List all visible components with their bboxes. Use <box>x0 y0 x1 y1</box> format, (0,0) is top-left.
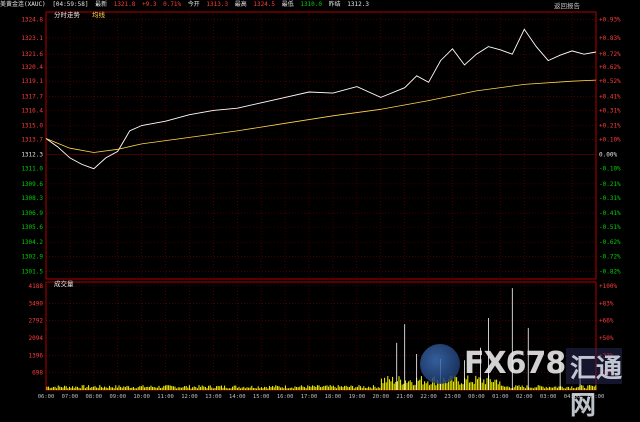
pct-tick-label: +0.31% <box>599 107 621 114</box>
panel-frames <box>45 11 597 391</box>
pct-tick-label: +0.93% <box>599 17 621 24</box>
pct-tick-label: +0.52% <box>599 78 621 85</box>
price-tick-label: 1308.3 <box>21 195 43 202</box>
price-tick-label: 1323.1 <box>21 35 43 42</box>
pct-tick-label: -0.41% <box>599 210 621 217</box>
pct-tick-label: -0.21% <box>599 181 621 188</box>
price-tick-label: 1301.5 <box>21 268 43 275</box>
volume-pct-tick-label: +83% <box>599 300 614 307</box>
price-tick-label: 1304.2 <box>21 239 43 246</box>
watermark-text: FX678 <box>464 346 566 381</box>
fx678-watermark: FX678 汇通网 <box>420 342 625 421</box>
price-tick-label: 1313.7 <box>21 137 43 144</box>
time-tick-label: 06:00 <box>38 394 55 400</box>
price-tick-label: 1319.1 <box>21 78 43 85</box>
price-tick-label: 1312.3 <box>21 152 43 159</box>
time-tick-label: 19:00 <box>349 394 366 400</box>
pct-tick-label: 0.00% <box>599 152 617 159</box>
price-lines <box>45 28 597 170</box>
time-tick-label: 10:00 <box>133 394 150 400</box>
time-tick-label: 00:00 <box>468 394 485 400</box>
volume-pct-tick-label: +100% <box>599 283 617 290</box>
time-tick-label: 12:00 <box>181 394 198 400</box>
price-line <box>45 28 597 170</box>
time-tick-label: 07:00 <box>62 394 79 400</box>
time-tick-label: 01:00 <box>492 394 509 400</box>
price-tick-label: 1321.6 <box>21 51 43 58</box>
volume-panel-label: 成交量 <box>54 279 74 288</box>
avg-line <box>45 79 597 153</box>
pct-tick-label: -0.82% <box>599 268 621 275</box>
pct-tick-label: -0.62% <box>599 239 621 246</box>
grid-lines <box>45 12 597 390</box>
price-tick-label: 1315.0 <box>21 123 43 130</box>
volume-tick-label: 3490 <box>29 300 44 307</box>
pct-tick-label: +0.41% <box>599 93 621 100</box>
pct-tick-label: +0.62% <box>599 64 621 71</box>
pct-tick-label: -0.72% <box>599 253 621 260</box>
time-tick-label: 22:00 <box>420 394 437 400</box>
pct-tick-label: -0.51% <box>599 224 621 231</box>
time-tick-label: 18:00 <box>325 394 342 400</box>
volume-axis-left: 4188 3490 2792 2094 1396 698 <box>29 283 44 377</box>
volume-tick-label: 698 <box>32 370 43 377</box>
pct-tick-label: +0.72% <box>599 51 621 58</box>
time-tick-label: 11:00 <box>157 394 174 400</box>
time-tick-label: 23:00 <box>444 394 461 400</box>
volume-tick-label: 2792 <box>29 318 44 325</box>
price-tick-label: 1324.8 <box>21 17 43 24</box>
time-tick-label: 03:00 <box>540 394 557 400</box>
time-tick-label: 13:00 <box>205 394 222 400</box>
pct-axis-right: +0.93% +0.83% +0.72% +0.62% +0.52% +0.41% +0.3… <box>599 17 621 276</box>
time-tick-label: 21:00 <box>396 394 413 400</box>
pct-tick-label: +0.83% <box>599 35 621 42</box>
watermark-chinese: 汇通网 <box>570 354 623 421</box>
volume-pct-tick-label: +66% <box>599 318 614 325</box>
time-tick-label: 16:00 <box>277 394 294 400</box>
time-tick-label: 14:00 <box>229 394 246 400</box>
fx678-logo-icon <box>420 344 460 384</box>
time-axis: 06:00 07:00 08:00 09:00 10:00 11:00 12:00 13:00… <box>38 394 605 400</box>
volume-pct-tick-label: +50% <box>599 335 614 342</box>
pct-tick-label: +0.10% <box>599 137 621 144</box>
time-tick-label: 20:00 <box>373 394 390 400</box>
price-tick-label: 1316.4 <box>21 107 43 114</box>
time-tick-label: 17:00 <box>301 394 318 400</box>
price-tick-label: 1311.0 <box>21 166 43 173</box>
price-tick-label: 1305.6 <box>21 224 43 231</box>
time-tick-label: 15:00 <box>253 394 270 400</box>
price-tick-label: 1306.9 <box>21 210 43 217</box>
pct-tick-label: -0.31% <box>599 195 621 202</box>
price-axis-left: 1324.8 1323.1 1321.6 1320.4 1319.1 1317.7 1316… <box>21 17 43 276</box>
time-tick-label: 02:00 <box>516 394 533 400</box>
time-tick-label: 08:00 <box>86 394 103 400</box>
price-tick-label: 1302.9 <box>21 253 43 260</box>
pct-tick-label: +0.21% <box>599 123 621 130</box>
gold-intraday-chart: 1324.8 1323.1 1321.6 1320.4 1319.1 1317.7 1316… <box>21 1 621 400</box>
return-report-link[interactable]: 返回报告 <box>554 1 581 10</box>
price-panel-label: 分时走势 <box>54 10 81 19</box>
price-tick-label: 1309.6 <box>21 181 43 188</box>
time-tick-label: 09:00 <box>109 394 126 400</box>
pct-tick-label: -0.10% <box>599 166 621 173</box>
volume-tick-label: 2094 <box>29 335 44 342</box>
volume-tick-label: 4188 <box>29 283 44 290</box>
price-tick-label: 1320.4 <box>21 64 43 71</box>
price-tick-label: 1317.7 <box>21 93 43 100</box>
volume-tick-label: 1396 <box>29 352 44 359</box>
avg-line-label: 均线 <box>92 10 106 19</box>
